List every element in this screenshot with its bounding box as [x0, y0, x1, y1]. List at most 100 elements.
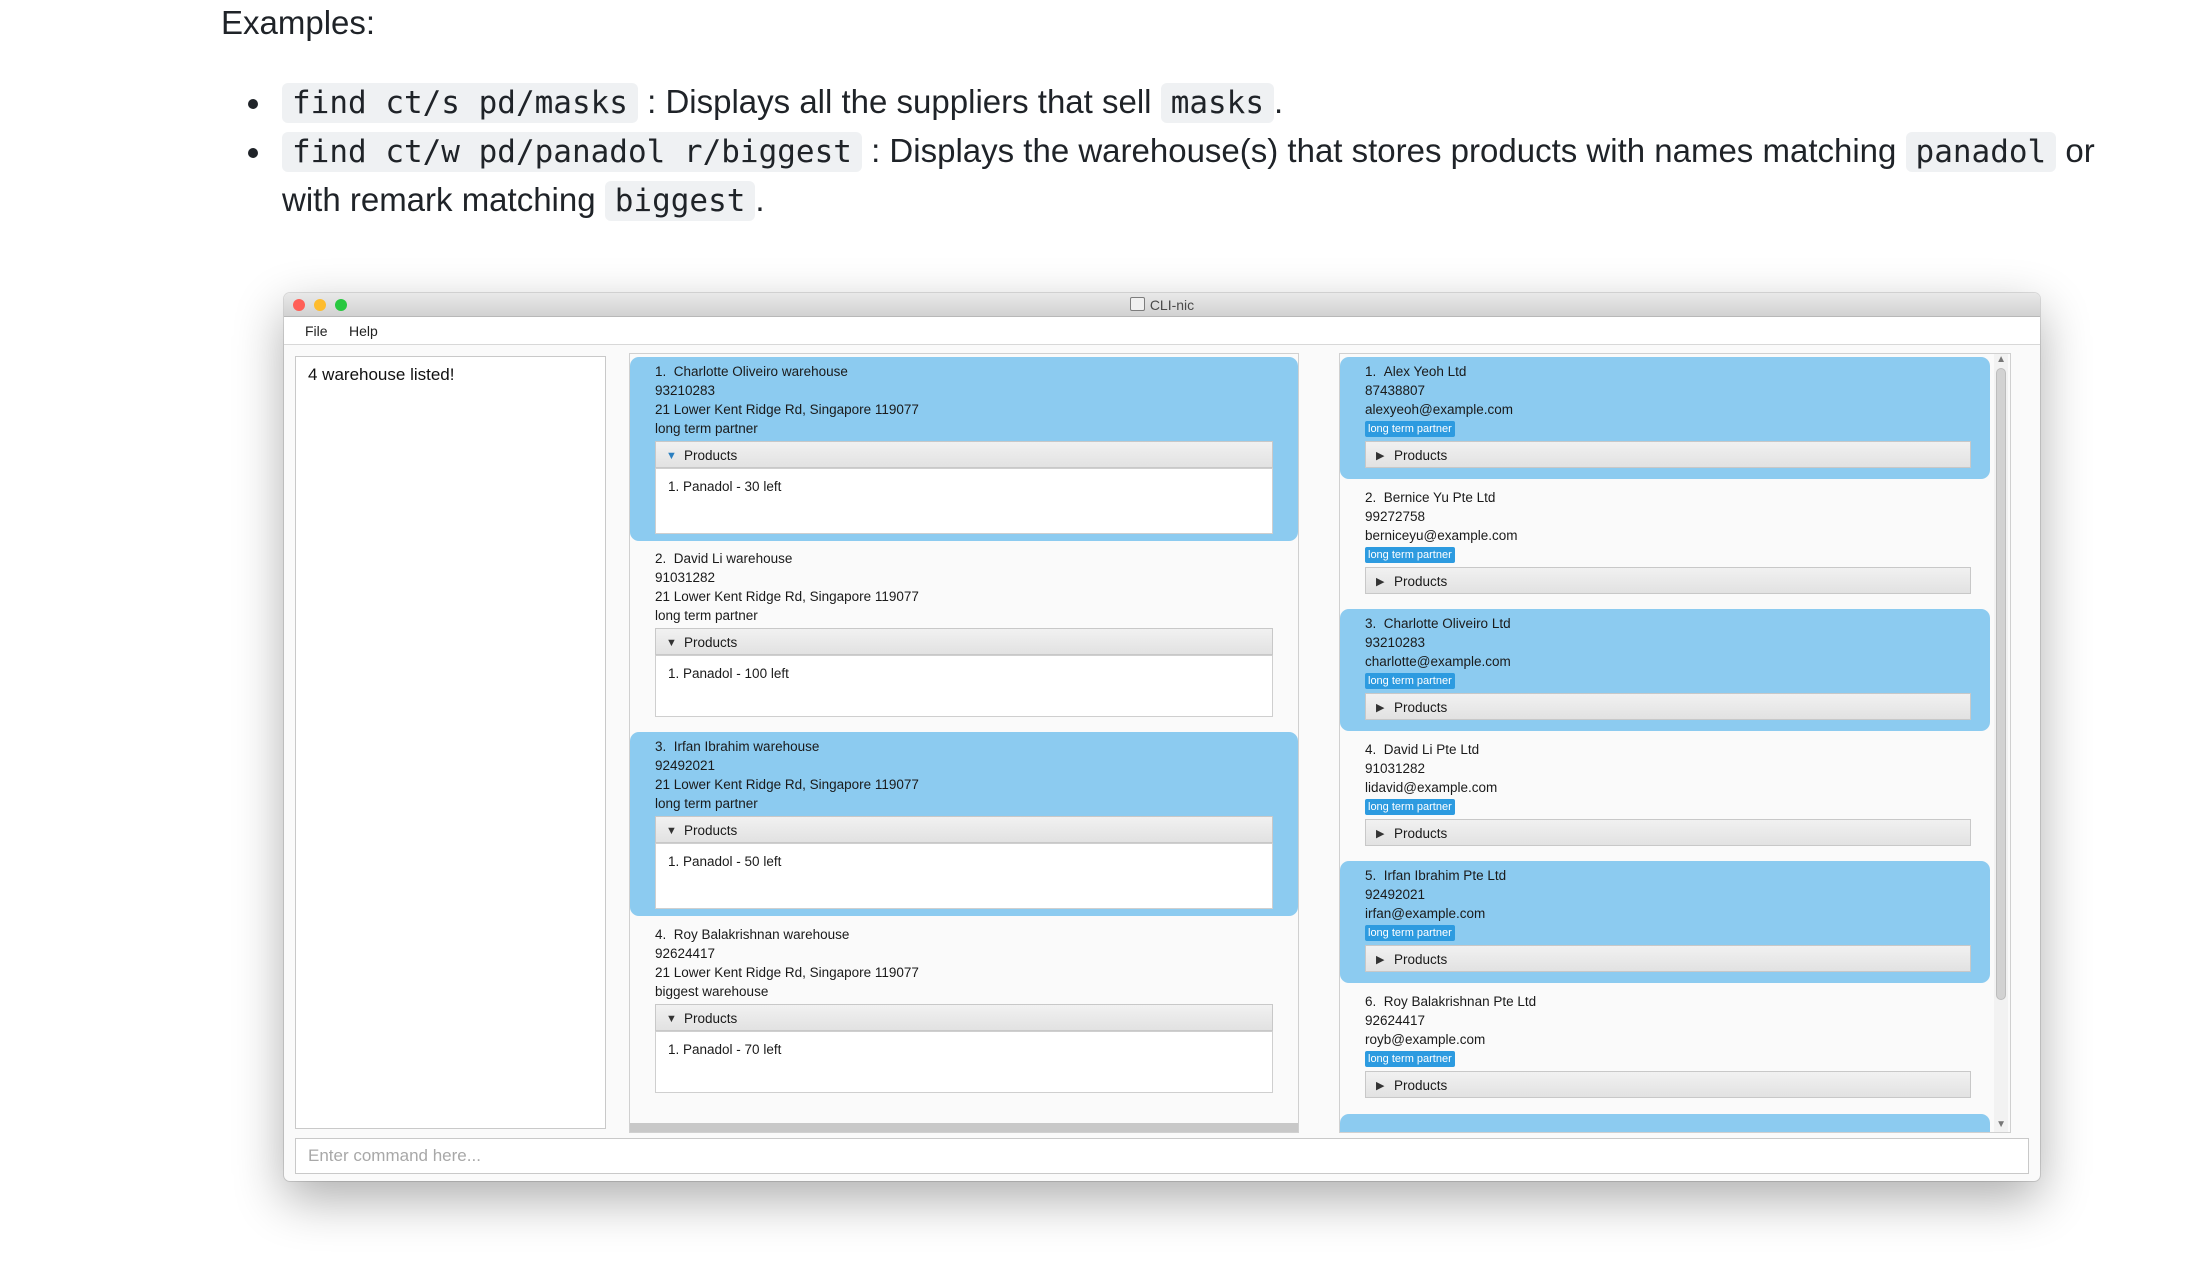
- example-code-panadol: panadol: [1905, 132, 2057, 172]
- example-desc-1-end: .: [1274, 83, 1284, 120]
- products-label: Products: [1394, 1078, 1448, 1093]
- products-toggle[interactable]: ▶ Products: [1365, 1071, 1971, 1098]
- example-code-masks: masks: [1160, 83, 1275, 123]
- supplier-card-7-partial[interactable]: [1340, 1114, 1990, 1132]
- supplier-phone: 93210283: [1365, 635, 1426, 650]
- horizontal-scrollbar[interactable]: [630, 1123, 1298, 1132]
- example-item-1: find ct/s pd/masks : Displays all the su…: [240, 78, 2110, 127]
- supplier-email: irfan@example.com: [1365, 906, 1486, 921]
- result-text: 4 warehouse listed!: [308, 365, 455, 384]
- collapsed-triangle-icon: ▶: [1376, 576, 1385, 588]
- warehouse-card-2[interactable]: 2. David Li warehouse 91031282 21 Lower …: [630, 544, 1298, 728]
- collapsed-triangle-icon: ▶: [1376, 954, 1385, 966]
- products-label: Products: [684, 448, 738, 463]
- supplier-phone: 91031282: [1365, 761, 1426, 776]
- warehouse-address: 21 Lower Kent Ridge Rd, Singapore 119077: [655, 589, 919, 604]
- menu-file[interactable]: File: [305, 323, 328, 339]
- title-bar: CLI-nic: [284, 293, 2040, 317]
- supplier-email: royb@example.com: [1365, 1032, 1486, 1047]
- supplier-phone: 87438807: [1365, 383, 1426, 398]
- products-toggle[interactable]: ▼ Products: [655, 1004, 1273, 1031]
- warehouse-card-4[interactable]: 4. Roy Balakrishnan warehouse 92624417 2…: [630, 920, 1298, 1104]
- supplier-tag: long term partner: [1365, 925, 1455, 941]
- app-icon: [1129, 297, 1145, 311]
- collapsed-triangle-icon: ▶: [1376, 702, 1385, 714]
- example-command-2: find ct/w pd/panadol r/biggest: [282, 132, 862, 172]
- products-toggle[interactable]: ▼ Products: [655, 628, 1273, 655]
- warehouse-list[interactable]: 1. Charlotte Oliveiro warehouse 93210283…: [629, 353, 1299, 1133]
- supplier-tag: long term partner: [1365, 1051, 1455, 1067]
- products-toggle[interactable]: ▼ Products: [655, 441, 1273, 468]
- scroll-down-icon[interactable]: ▼: [1996, 1119, 2006, 1130]
- examples-list: find ct/s pd/masks : Displays all the su…: [240, 78, 2110, 225]
- menu-help[interactable]: Help: [349, 323, 378, 339]
- supplier-list[interactable]: 1. Alex Yeoh Ltd 87438807 alexyeoh@examp…: [1339, 353, 2011, 1133]
- products-panel: 1. Panadol - 30 left: [655, 468, 1273, 534]
- supplier-email: lidavid@example.com: [1365, 780, 1498, 795]
- products-toggle[interactable]: ▶ Products: [1365, 693, 1971, 720]
- supplier-tag: long term partner: [1365, 799, 1455, 815]
- example-desc-1: : Displays all the suppliers that sell: [637, 83, 1161, 120]
- product-item: 1. Panadol - 30 left: [668, 479, 782, 494]
- supplier-name: 6. Roy Balakrishnan Pte Ltd: [1365, 994, 1537, 1009]
- warehouse-phone: 92492021: [655, 758, 716, 773]
- examples-heading: Examples:: [221, 4, 376, 41]
- products-label: Products: [1394, 700, 1448, 715]
- supplier-card-1[interactable]: 1. Alex Yeoh Ltd 87438807 alexyeoh@examp…: [1340, 357, 1990, 479]
- supplier-name: 4. David Li Pte Ltd: [1365, 742, 1480, 757]
- supplier-tag: long term partner: [1365, 673, 1455, 689]
- result-display: 4 warehouse listed!: [295, 356, 606, 1129]
- collapsed-triangle-icon: ▶: [1376, 1080, 1385, 1092]
- products-toggle[interactable]: ▶ Products: [1365, 567, 1971, 594]
- supplier-email: charlotte@example.com: [1365, 654, 1511, 669]
- command-input[interactable]: [296, 1139, 2028, 1173]
- collapsed-triangle-icon: ▶: [1376, 828, 1385, 840]
- products-toggle[interactable]: ▶ Products: [1365, 819, 1971, 846]
- scroll-up-icon[interactable]: ▲: [1996, 354, 2006, 365]
- example-desc-2-end: .: [755, 181, 765, 218]
- products-panel: 1. Panadol - 70 left: [655, 1031, 1273, 1093]
- warehouse-phone: 91031282: [655, 570, 716, 585]
- warehouse-remark: biggest warehouse: [655, 984, 769, 999]
- warehouse-address: 21 Lower Kent Ridge Rd, Singapore 119077: [655, 402, 919, 417]
- products-label: Products: [1394, 448, 1448, 463]
- expanded-triangle-icon: ▼: [666, 450, 677, 462]
- supplier-name: 3. Charlotte Oliveiro Ltd: [1365, 616, 1511, 631]
- products-panel: 1. Panadol - 100 left: [655, 655, 1273, 717]
- supplier-name: 5. Irfan Ibrahim Pte Ltd: [1365, 868, 1507, 883]
- products-panel: 1. Panadol - 50 left: [655, 843, 1273, 909]
- window-title-wrap: CLI-nic: [284, 297, 2040, 313]
- expanded-triangle-icon: ▼: [666, 637, 677, 649]
- supplier-card-3[interactable]: 3. Charlotte Oliveiro Ltd 93210283 charl…: [1340, 609, 1990, 731]
- products-toggle[interactable]: ▶ Products: [1365, 441, 1971, 468]
- warehouse-remark: long term partner: [655, 608, 758, 623]
- warehouse-card-1[interactable]: 1. Charlotte Oliveiro warehouse 93210283…: [630, 357, 1298, 541]
- supplier-card-5[interactable]: 5. Irfan Ibrahim Pte Ltd 92492021 irfan@…: [1340, 861, 1990, 983]
- warehouse-card-3[interactable]: 3. Irfan Ibrahim warehouse 92492021 21 L…: [630, 732, 1298, 916]
- warehouse-name: 4. Roy Balakrishnan warehouse: [655, 927, 850, 942]
- products-label: Products: [684, 1011, 738, 1026]
- products-label: Products: [684, 823, 738, 838]
- supplier-name: 1. Alex Yeoh Ltd: [1365, 364, 1467, 379]
- scrollbar-thumb[interactable]: [1996, 368, 2006, 1000]
- supplier-card-6[interactable]: 6. Roy Balakrishnan Pte Ltd 92624417 roy…: [1340, 987, 1990, 1109]
- supplier-card-2[interactable]: 2. Bernice Yu Pte Ltd 99272758 berniceyu…: [1340, 483, 1990, 605]
- command-box[interactable]: [295, 1138, 2029, 1174]
- supplier-phone: 99272758: [1365, 509, 1426, 524]
- supplier-phone: 92492021: [1365, 887, 1426, 902]
- warehouse-name: 1. Charlotte Oliveiro warehouse: [655, 364, 848, 379]
- products-label: Products: [1394, 574, 1448, 589]
- product-item: 1. Panadol - 100 left: [668, 666, 789, 681]
- app-window: CLI-nic File Help 4 warehouse listed! 1.…: [284, 293, 2040, 1181]
- supplier-tag: long term partner: [1365, 421, 1455, 437]
- warehouse-address: 21 Lower Kent Ridge Rd, Singapore 119077: [655, 777, 919, 792]
- product-item: 1. Panadol - 50 left: [668, 854, 782, 869]
- products-toggle[interactable]: ▼ Products: [655, 816, 1273, 843]
- warehouse-remark: long term partner: [655, 796, 758, 811]
- warehouse-name: 3. Irfan Ibrahim warehouse: [655, 739, 820, 754]
- product-item: 1. Panadol - 70 left: [668, 1042, 782, 1057]
- supplier-card-4[interactable]: 4. David Li Pte Ltd 91031282 lidavid@exa…: [1340, 735, 1990, 857]
- warehouse-remark: long term partner: [655, 421, 758, 436]
- menu-bar: File Help: [284, 317, 2040, 345]
- products-toggle[interactable]: ▶ Products: [1365, 945, 1971, 972]
